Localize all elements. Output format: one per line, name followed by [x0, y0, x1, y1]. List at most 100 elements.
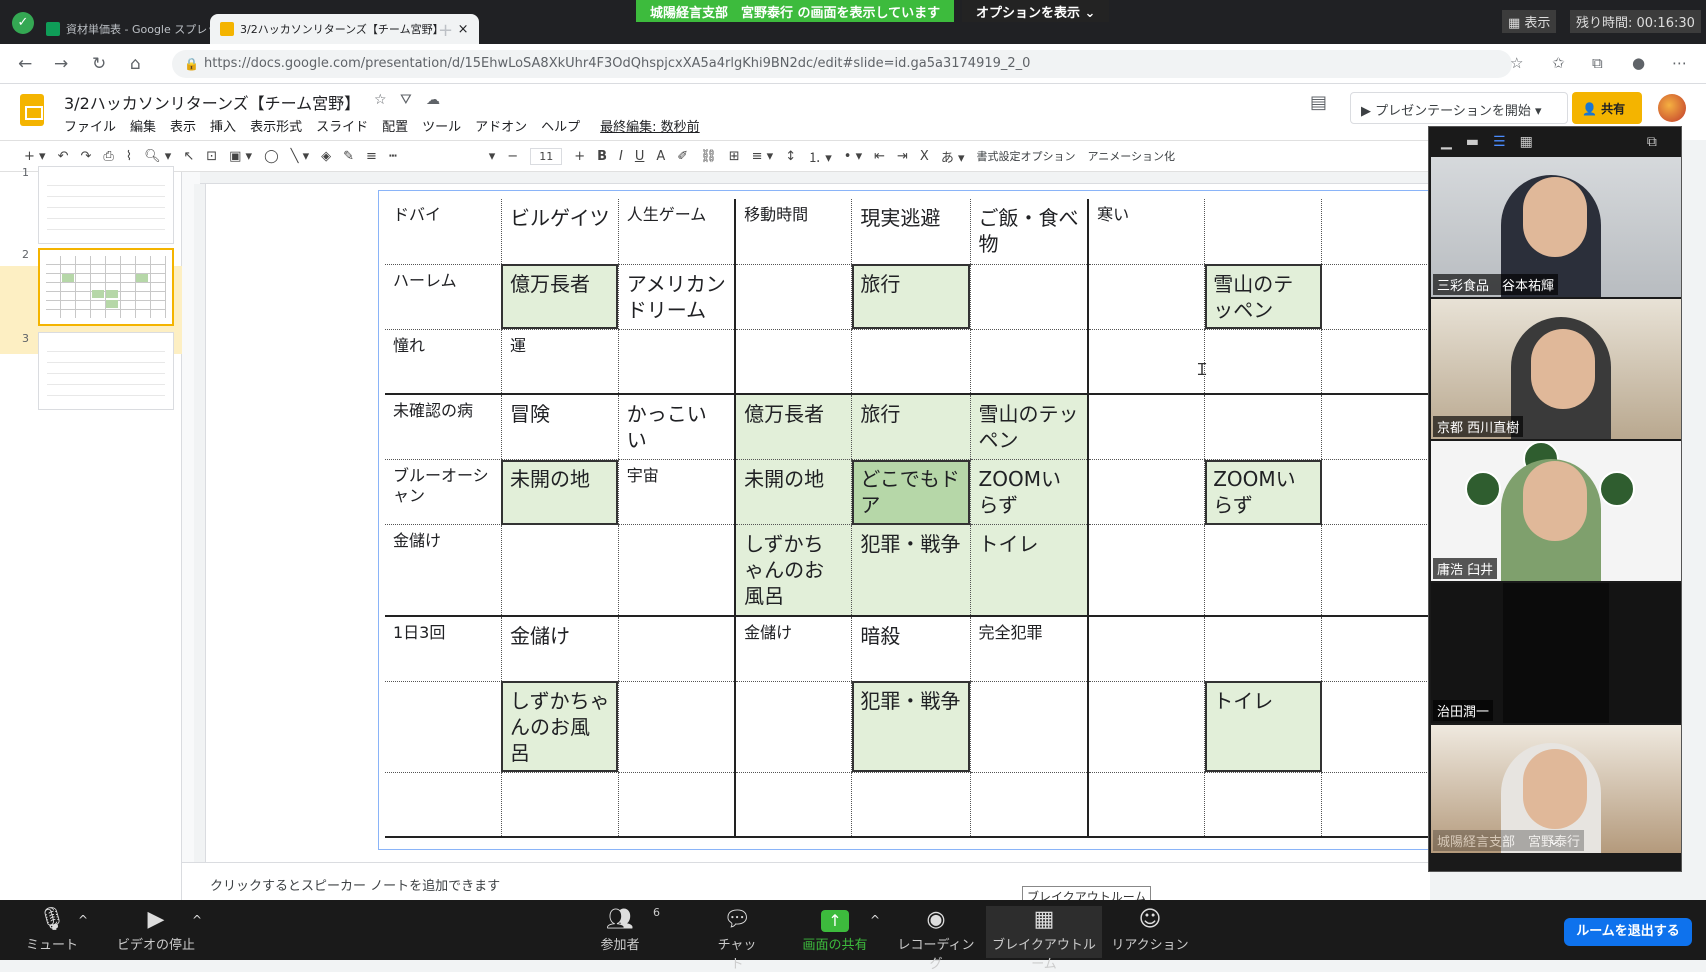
highlight-icon[interactable]: ✐	[677, 149, 688, 164]
slides-logo-icon[interactable]	[20, 94, 44, 126]
redo-icon[interactable]: ↷	[80, 149, 91, 164]
input-tools-icon[interactable]: あ ▾	[941, 147, 965, 166]
increase-indent-icon[interactable]: ⇥	[897, 149, 908, 164]
avatar[interactable]	[1658, 94, 1686, 122]
view-options-button[interactable]: オプションを表示 ⌄	[962, 0, 1110, 22]
menu-edit[interactable]: 編集	[130, 116, 156, 135]
table-cell[interactable]: 冒険	[500, 394, 619, 460]
table-cell[interactable]	[500, 772, 619, 838]
table-cell[interactable]: 旅行	[851, 264, 971, 330]
new-slide-icon[interactable]: + ▾	[24, 149, 46, 164]
table-cell[interactable]	[969, 329, 1089, 395]
table-cell[interactable]	[500, 524, 619, 617]
table-cell[interactable]: ハーレム	[385, 264, 502, 330]
chat-button[interactable]: 💬︎ チャット	[712, 906, 762, 972]
table-cell[interactable]: 未開の地	[734, 459, 852, 525]
table-cell[interactable]	[617, 772, 736, 838]
comment-icon[interactable]: ▤	[1310, 92, 1327, 113]
audio-options-icon[interactable]: ^	[78, 906, 88, 934]
table-cell[interactable]: アメリカンドリーム	[617, 264, 736, 330]
link-icon[interactable]: ⛓	[700, 149, 717, 164]
clear-format-icon[interactable]: Ⅹ	[920, 149, 929, 164]
table-cell[interactable]	[1204, 394, 1322, 460]
profile-icon[interactable]: ●	[1632, 54, 1645, 72]
move-icon[interactable]: ⛛	[400, 92, 412, 108]
paint-format-icon[interactable]: ⌇	[126, 149, 132, 164]
table-cell[interactable]: ご飯・食べ物	[969, 199, 1089, 265]
table-cell[interactable]: 金儲け	[385, 524, 502, 617]
table-cell[interactable]: 雪山のテッペン	[1204, 264, 1322, 330]
table-cell[interactable]: 1日3回	[385, 616, 502, 682]
gallery-view-icon[interactable]: ▦	[1520, 134, 1533, 150]
speaker-notes[interactable]: クリックするとスピーカー ノートを追加できます	[182, 862, 1430, 900]
back-icon[interactable]: ←	[18, 54, 32, 74]
table-cell[interactable]: 金儲け	[734, 616, 852, 682]
table-cell[interactable]	[851, 329, 971, 395]
table-cell[interactable]: 雪山のテッペン	[969, 394, 1089, 460]
table-cell[interactable]	[1204, 616, 1322, 682]
menu-view[interactable]: 表示	[170, 116, 196, 135]
animate-button[interactable]: アニメーション化	[1087, 148, 1175, 164]
table-cell[interactable]: 犯罪・戦争	[851, 524, 971, 617]
table-cell[interactable]	[1321, 459, 1430, 525]
table-cell[interactable]: 暗殺	[851, 616, 971, 682]
table-cell[interactable]	[385, 681, 502, 773]
table-cell[interactable]	[1204, 329, 1322, 395]
url-field[interactable]: https://docs.google.com/presentation/d/1…	[172, 50, 1512, 78]
share-screen-button[interactable]: ↑ 画面の共有	[798, 906, 872, 953]
document-title[interactable]: 3/2ハッカソンリターンズ【チーム宮野】	[64, 90, 360, 114]
border-color-icon[interactable]: ✎	[343, 149, 354, 164]
table-cell[interactable]	[734, 772, 852, 838]
table-cell[interactable]	[1204, 772, 1322, 838]
participant-video[interactable]: 庸浩 臼井	[1431, 441, 1681, 581]
collections-icon[interactable]: ✩	[1552, 54, 1565, 72]
table-cell[interactable]: 犯罪・戦争	[851, 681, 971, 773]
table-cell[interactable]: 完全犯罪	[969, 616, 1089, 682]
table-cell[interactable]	[1321, 329, 1430, 395]
slide-thumbnail-1[interactable]	[38, 166, 174, 244]
decrease-font-icon[interactable]: −	[507, 149, 518, 164]
menu-arrange[interactable]: 配置	[382, 116, 408, 135]
lock-icon[interactable]: 🔒	[184, 57, 199, 71]
chevron-down-icon[interactable]: ⌄	[1548, 833, 1560, 849]
shape-icon[interactable]: ◯	[264, 149, 279, 164]
table-cell[interactable]: 未開の地	[500, 459, 619, 525]
table-cell[interactable]: 移動時間	[734, 199, 852, 265]
idea-matrix-table[interactable]: ドバイ ビルゲイツ 人生ゲーム 移動時間 現実逃避 ご飯・食べ物 寒い ハーレム 億万長者 アメリ…	[385, 199, 1430, 838]
home-icon[interactable]: ⌂	[130, 54, 141, 74]
table-cell[interactable]	[734, 681, 852, 773]
table-cell[interactable]	[1321, 772, 1430, 838]
reload-icon[interactable]: ↻	[92, 54, 106, 74]
underline-icon[interactable]: U	[635, 149, 645, 164]
leave-room-button[interactable]: ルームを退出する	[1564, 918, 1692, 946]
table-cell[interactable]: 運	[500, 329, 619, 395]
video-options-icon[interactable]: ^	[192, 906, 202, 934]
undo-icon[interactable]: ↶	[58, 149, 69, 164]
menu-icon[interactable]: ⋯	[1672, 54, 1687, 72]
participant-video[interactable]: 城陽経言支部 宮野泰行 ⌄	[1431, 725, 1681, 853]
slide-canvas[interactable]: ドバイ ビルゲイツ 人生ゲーム 移動時間 現実逃避 ご飯・食べ物 寒い ハーレム 億万長者 アメリ…	[206, 184, 1430, 868]
reactions-button[interactable]: ☺ リアクション	[1110, 906, 1190, 953]
table-cell[interactable]	[1087, 329, 1205, 395]
table-cell[interactable]: ブルーオーシャン	[385, 459, 502, 525]
participants-button[interactable]: 👥︎ 6 参加者	[592, 906, 660, 953]
table-cell[interactable]: しずかちゃんのお風呂	[734, 524, 852, 617]
record-button[interactable]: ◉ レコーディング	[896, 906, 976, 972]
border-dash-icon[interactable]: ┅	[389, 149, 397, 164]
menu-file[interactable]: ファイル	[64, 116, 116, 135]
table-cell[interactable]: 億万長者	[734, 394, 852, 460]
breakout-rooms-button[interactable]: ▦ ブレイクアウトルーム	[986, 906, 1102, 972]
slide-thumbnail-2[interactable]	[38, 248, 174, 326]
table-cell[interactable]: 旅行	[851, 394, 971, 460]
bulleted-list-icon[interactable]: • ▾	[844, 149, 862, 164]
speaker-view-icon[interactable]: ☰	[1493, 134, 1506, 150]
font-dropdown-icon[interactable]: ▾	[489, 149, 496, 164]
table-cell[interactable]	[1204, 199, 1322, 265]
align-icon[interactable]: ≡ ▾	[752, 149, 774, 164]
menu-addons[interactable]: アドオン	[475, 116, 527, 135]
table-cell[interactable]	[617, 616, 736, 682]
stop-video-button[interactable]: ▶ ビデオの停止	[114, 906, 198, 953]
table-cell[interactable]: トイレ	[1204, 681, 1322, 773]
table-cell[interactable]	[1321, 199, 1430, 265]
table-cell[interactable]: 億万長者	[500, 264, 619, 330]
